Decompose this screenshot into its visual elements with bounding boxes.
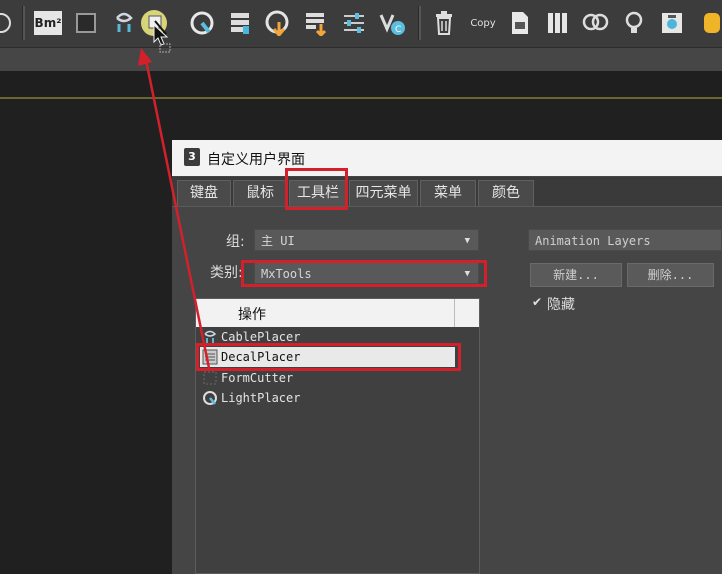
drag-arrow-annotation (138, 48, 211, 369)
arrow-shaft (144, 59, 211, 369)
mouse-cursor-icon (153, 24, 171, 53)
arrow-head (138, 48, 152, 66)
